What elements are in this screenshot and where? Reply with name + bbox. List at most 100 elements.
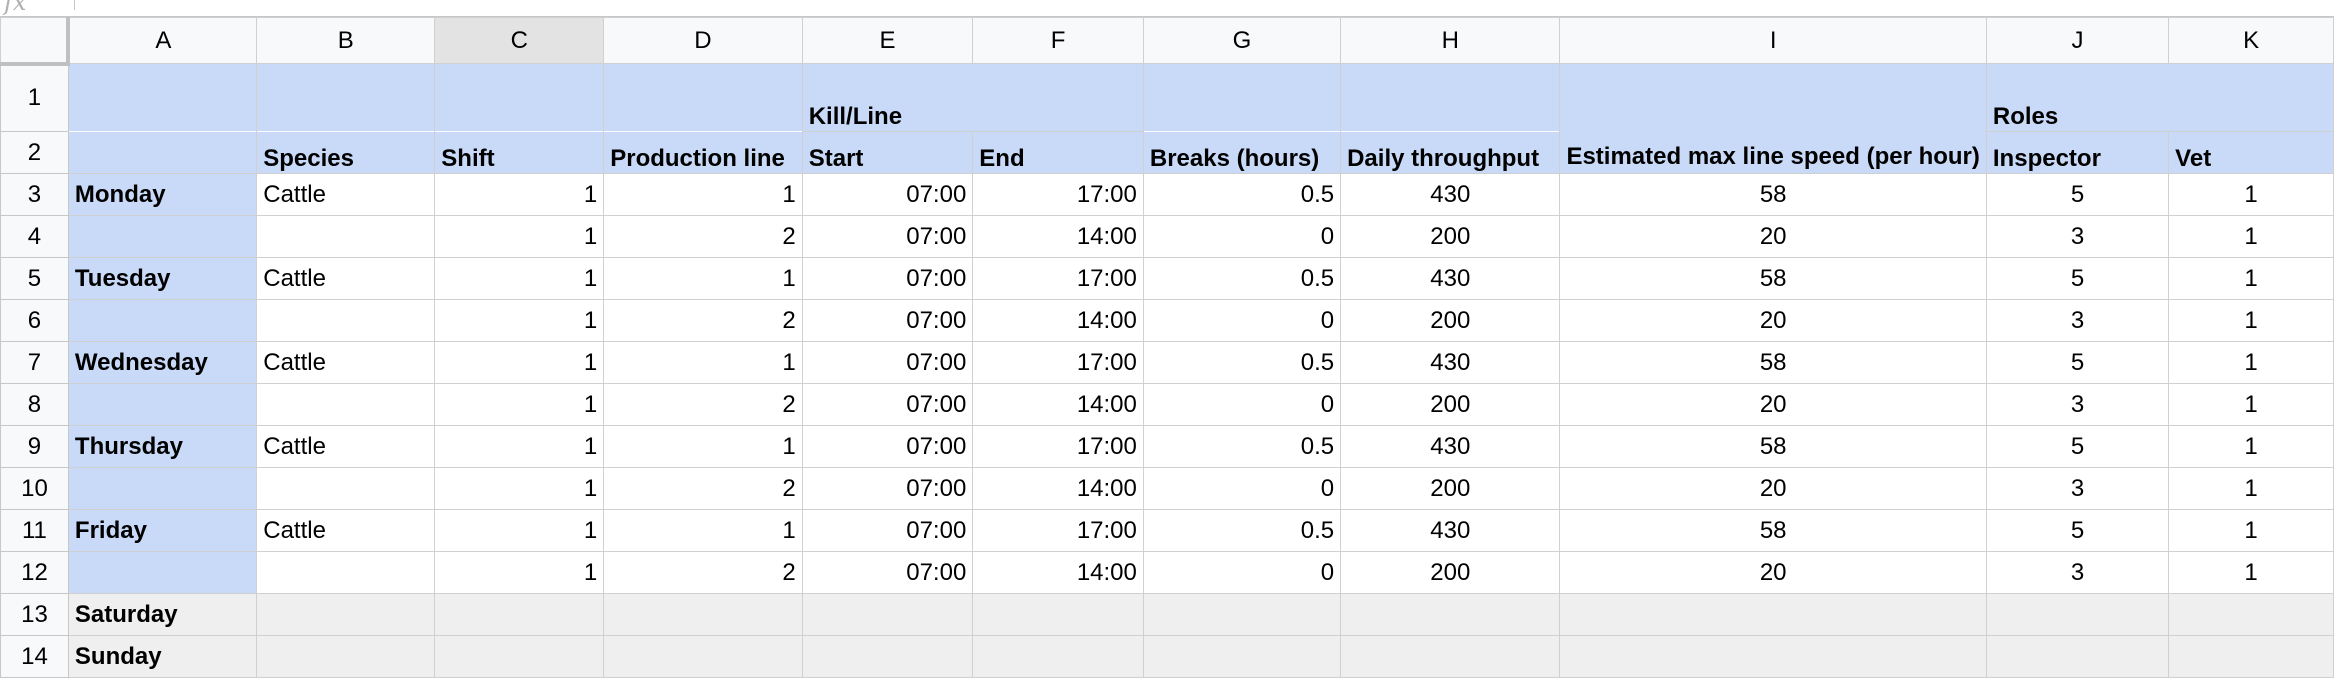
start-time-cell[interactable]: 07:00 (801, 299, 974, 342)
day-cell[interactable] (67, 551, 258, 594)
daily-throughput-cell[interactable]: 430 (1340, 425, 1561, 468)
shift-cell[interactable]: 1 (434, 173, 605, 216)
production-line-cell[interactable]: 2 (603, 551, 803, 594)
vet-cell[interactable]: 1 (2168, 509, 2334, 552)
start-time-cell[interactable]: 07:00 (801, 173, 974, 216)
production-line-cell[interactable]: 1 (603, 509, 803, 552)
daily-throughput-cell[interactable]: 430 (1340, 257, 1561, 300)
line-speed-cell[interactable]: 20 (1559, 383, 1987, 426)
column-header-d[interactable]: D (603, 17, 803, 64)
column-header-h[interactable]: H (1340, 17, 1561, 64)
species-cell[interactable]: Cattle (256, 173, 436, 216)
breaks-cell[interactable]: 0.5 (1142, 341, 1342, 384)
cell-f2-end-header[interactable]: End (972, 131, 1144, 174)
cell-d1[interactable] (603, 63, 803, 132)
line-speed-cell[interactable]: 58 (1559, 173, 1987, 216)
start-time-cell[interactable]: 07:00 (801, 341, 974, 384)
line-speed-cell[interactable]: 58 (1559, 509, 1987, 552)
day-cell[interactable]: Thursday (67, 425, 258, 468)
cell-h1[interactable] (1340, 63, 1561, 132)
species-cell[interactable] (256, 383, 436, 426)
breaks-cell[interactable]: 0.5 (1142, 425, 1342, 468)
row-header[interactable]: 4 (0, 215, 69, 258)
line-speed-cell[interactable]: 58 (1559, 425, 1987, 468)
row-header[interactable]: 8 (0, 383, 69, 426)
row-header[interactable]: 6 (0, 299, 69, 342)
species-cell[interactable]: Cattle (256, 341, 436, 384)
empty-cell[interactable] (1142, 593, 1342, 636)
shift-cell[interactable]: 1 (434, 551, 605, 594)
day-cell[interactable]: Wednesday (67, 341, 258, 384)
weekend-day-cell[interactable]: Sunday (67, 635, 258, 678)
cell-j2-inspector-header[interactable]: Inspector (1985, 131, 2170, 174)
cell-i1-estimated-speed-header[interactable]: Estimated max line speed (per hour) (1559, 63, 1987, 174)
daily-throughput-cell[interactable]: 430 (1340, 173, 1561, 216)
cell-b2-species-header[interactable]: Species (256, 131, 436, 174)
start-time-cell[interactable]: 07:00 (801, 383, 974, 426)
column-header-i[interactable]: I (1559, 17, 1987, 64)
inspector-cell[interactable]: 3 (1985, 551, 2170, 594)
empty-cell[interactable] (256, 635, 436, 678)
day-cell[interactable] (67, 467, 258, 510)
breaks-cell[interactable]: 0 (1142, 383, 1342, 426)
cell-a2[interactable] (67, 131, 258, 174)
vet-cell[interactable]: 1 (2168, 215, 2334, 258)
end-time-cell[interactable]: 14:00 (972, 299, 1144, 342)
column-header-e[interactable]: E (801, 17, 974, 64)
start-time-cell[interactable]: 07:00 (801, 215, 974, 258)
row-header-2[interactable]: 2 (0, 131, 69, 174)
empty-cell[interactable] (1985, 635, 2170, 678)
inspector-cell[interactable]: 3 (1985, 215, 2170, 258)
inspector-cell[interactable]: 5 (1985, 341, 2170, 384)
empty-cell[interactable] (801, 635, 974, 678)
cell-e2-start-header[interactable]: Start (801, 131, 974, 174)
line-speed-cell[interactable]: 20 (1559, 299, 1987, 342)
end-time-cell[interactable]: 17:00 (972, 341, 1144, 384)
production-line-cell[interactable]: 2 (603, 467, 803, 510)
line-speed-cell[interactable]: 20 (1559, 467, 1987, 510)
day-cell[interactable] (67, 215, 258, 258)
species-cell[interactable]: Cattle (256, 425, 436, 468)
empty-cell[interactable] (972, 635, 1144, 678)
daily-throughput-cell[interactable]: 430 (1340, 509, 1561, 552)
empty-cell[interactable] (603, 593, 803, 636)
empty-cell[interactable] (972, 593, 1144, 636)
production-line-cell[interactable]: 2 (603, 215, 803, 258)
day-cell[interactable]: Tuesday (67, 257, 258, 300)
shift-cell[interactable]: 1 (434, 425, 605, 468)
vet-cell[interactable]: 1 (2168, 551, 2334, 594)
inspector-cell[interactable]: 3 (1985, 383, 2170, 426)
cell-h2-daily-throughput-header[interactable]: Daily throughput (1340, 131, 1561, 174)
vet-cell[interactable]: 1 (2168, 341, 2334, 384)
column-header-c[interactable]: C (434, 17, 605, 64)
species-cell[interactable] (256, 467, 436, 510)
production-line-cell[interactable]: 2 (603, 299, 803, 342)
end-time-cell[interactable]: 17:00 (972, 425, 1144, 468)
breaks-cell[interactable]: 0 (1142, 215, 1342, 258)
inspector-cell[interactable]: 5 (1985, 425, 2170, 468)
start-time-cell[interactable]: 07:00 (801, 467, 974, 510)
daily-throughput-cell[interactable]: 200 (1340, 551, 1561, 594)
cell-b1[interactable] (256, 63, 436, 132)
cell-c1[interactable] (434, 63, 605, 132)
breaks-cell[interactable]: 0.5 (1142, 173, 1342, 216)
vet-cell[interactable]: 1 (2168, 299, 2334, 342)
end-time-cell[interactable]: 14:00 (972, 215, 1144, 258)
shift-cell[interactable]: 1 (434, 467, 605, 510)
row-header-1[interactable]: 1 (0, 63, 69, 132)
species-cell[interactable]: Cattle (256, 257, 436, 300)
empty-cell[interactable] (1559, 635, 1987, 678)
species-cell[interactable] (256, 215, 436, 258)
end-time-cell[interactable]: 14:00 (972, 383, 1144, 426)
end-time-cell[interactable]: 14:00 (972, 467, 1144, 510)
row-header[interactable]: 5 (0, 257, 69, 300)
row-header[interactable]: 13 (0, 593, 69, 636)
row-header[interactable]: 10 (0, 467, 69, 510)
row-header[interactable]: 14 (0, 635, 69, 678)
row-header[interactable]: 3 (0, 173, 69, 216)
empty-cell[interactable] (1340, 593, 1561, 636)
breaks-cell[interactable]: 0.5 (1142, 257, 1342, 300)
inspector-cell[interactable]: 3 (1985, 299, 2170, 342)
shift-cell[interactable]: 1 (434, 257, 605, 300)
vet-cell[interactable]: 1 (2168, 467, 2334, 510)
